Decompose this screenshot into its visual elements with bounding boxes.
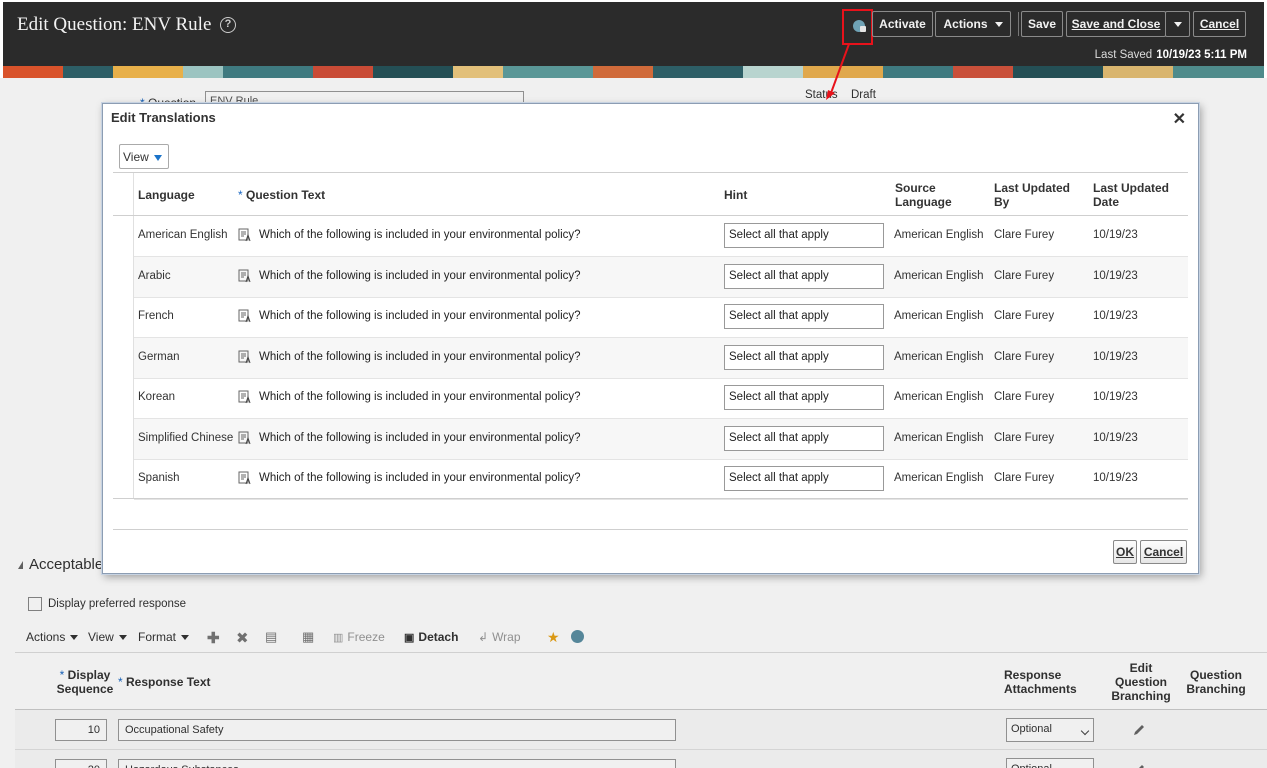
last-saved: Last Saved 10/19/23 5:11 PM: [1095, 49, 1247, 61]
actions-label: Actions: [943, 17, 988, 31]
save-and-close-button[interactable]: Save and Close: [1066, 11, 1166, 37]
question-text-cell: Which of the following is included in yo…: [259, 270, 581, 282]
language-cell: Simplified Chinese: [138, 432, 234, 444]
table-row[interactable]: American English Which of the following …: [134, 216, 1188, 257]
last-updated-date-cell: 10/19/23: [1093, 391, 1138, 403]
last-updated-by-cell: Clare Furey: [994, 472, 1055, 484]
ok-label: OK: [1116, 545, 1134, 559]
row-selector-column: [113, 173, 134, 498]
translate-icon[interactable]: [238, 390, 252, 404]
view-menu-button[interactable]: View: [119, 144, 169, 169]
hint-input[interactable]: Select all that apply: [724, 426, 884, 451]
hint-input[interactable]: Select all that apply: [724, 385, 884, 410]
hint-input[interactable]: Select all that apply: [724, 304, 884, 329]
question-text-cell: Which of the following is included in yo…: [259, 229, 581, 241]
table-row[interactable]: German Which of the following is include…: [134, 338, 1188, 379]
last-saved-value: 10/19/23 5:11 PM: [1156, 49, 1247, 61]
hint-input[interactable]: Select all that apply: [724, 223, 884, 248]
source-language-cell: American English: [894, 229, 984, 241]
last-updated-by-cell: Clare Furey: [994, 391, 1055, 403]
cancel-label: Cancel: [1199, 17, 1240, 31]
translations-table-header: Language * Question Text Hint Source Lan…: [113, 173, 1188, 216]
save-label: Save: [1027, 17, 1057, 31]
col-last-updated-by[interactable]: Last Updated By: [994, 181, 1074, 209]
translations-table: Language * Question Text Hint Source Lan…: [113, 172, 1188, 500]
col-question-text-label: Question Text: [246, 188, 326, 202]
view-menu-label: View: [123, 150, 149, 164]
hint-input[interactable]: Select all that apply: [724, 264, 884, 289]
translate-icon[interactable]: [238, 471, 252, 485]
last-updated-date-cell: 10/19/23: [1093, 351, 1138, 363]
chevron-down-icon: [1173, 22, 1182, 27]
dialog-cancel-button[interactable]: Cancel: [1140, 540, 1187, 564]
page-title: Edit Question: ENV Rule: [17, 14, 212, 35]
translate-icon[interactable]: [238, 309, 252, 323]
dialog-cancel-label: Cancel: [1143, 545, 1184, 559]
last-updated-date-cell: 10/19/23: [1093, 270, 1138, 282]
translate-icon[interactable]: [238, 431, 252, 445]
source-language-cell: American English: [894, 270, 984, 282]
decorative-banner: [3, 66, 1264, 78]
activate-label: Activate: [879, 17, 926, 31]
chevron-down-icon: [154, 155, 162, 161]
language-cell: French: [138, 310, 174, 322]
table-row[interactable]: French Which of the following is include…: [134, 297, 1188, 338]
help-icon[interactable]: ?: [220, 17, 236, 33]
language-cell: Arabic: [138, 270, 171, 282]
last-updated-date-cell: 10/19/23: [1093, 432, 1138, 444]
close-icon[interactable]: ✕: [1173, 109, 1186, 129]
hint-input[interactable]: Select all that apply: [724, 345, 884, 370]
col-language[interactable]: Language: [138, 188, 195, 202]
language-cell: Spanish: [138, 472, 180, 484]
chevron-down-icon: [994, 22, 1003, 27]
source-language-cell: American English: [894, 472, 984, 484]
question-text-cell: Which of the following is included in yo…: [259, 391, 581, 403]
source-language-cell: American English: [894, 391, 984, 403]
dialog-divider: [113, 529, 1188, 530]
cancel-button[interactable]: Cancel: [1193, 11, 1246, 37]
col-hint[interactable]: Hint: [724, 188, 747, 202]
last-updated-by-cell: Clare Furey: [994, 270, 1055, 282]
language-cell: German: [138, 351, 180, 363]
translate-icon[interactable]: [238, 228, 252, 242]
language-cell: American English: [138, 229, 228, 241]
last-updated-by-cell: Clare Furey: [994, 351, 1055, 363]
question-text-cell: Which of the following is included in yo…: [259, 351, 581, 363]
page-header: Edit Question: ENV Rule ? Activate Actio…: [3, 2, 1264, 66]
last-updated-by-cell: Clare Furey: [994, 229, 1055, 241]
last-updated-date-cell: 10/19/23: [1093, 229, 1138, 241]
table-row[interactable]: Arabic Which of the following is include…: [134, 257, 1188, 298]
source-language-cell: American English: [894, 351, 984, 363]
header-divider: [1018, 12, 1019, 36]
dialog-title: Edit Translations: [111, 110, 216, 125]
source-language-cell: American English: [894, 432, 984, 444]
last-updated-by-cell: Clare Furey: [994, 310, 1055, 322]
edit-translations-dialog: Edit Translations ✕ View Language * Ques…: [102, 103, 1199, 574]
save-and-close-label: Save and Close: [1071, 17, 1161, 31]
question-text-cell: Which of the following is included in yo…: [259, 432, 581, 444]
col-question-text[interactable]: * Question Text: [238, 188, 325, 202]
last-updated-date-cell: 10/19/23: [1093, 310, 1138, 322]
question-text-cell: Which of the following is included in yo…: [259, 310, 581, 322]
last-updated-date-cell: 10/19/23: [1093, 472, 1138, 484]
last-updated-by-cell: Clare Furey: [994, 432, 1055, 444]
activate-button[interactable]: Activate: [872, 11, 933, 37]
col-source-language[interactable]: Source Language: [895, 181, 965, 209]
save-button[interactable]: Save: [1021, 11, 1063, 37]
language-cell: Korean: [138, 391, 176, 403]
col-last-updated-date[interactable]: Last Updated Date: [1093, 181, 1173, 209]
save-options-button[interactable]: [1165, 11, 1190, 37]
hint-input[interactable]: Select all that apply: [724, 466, 884, 491]
table-row[interactable]: Spanish Which of the following is includ…: [134, 459, 1188, 500]
table-row[interactable]: Korean Which of the following is include…: [134, 378, 1188, 419]
table-row[interactable]: Simplified Chinese Which of the followin…: [134, 419, 1188, 460]
source-language-cell: American English: [894, 310, 984, 322]
ok-button[interactable]: OK: [1113, 540, 1137, 564]
last-saved-label: Last Saved: [1094, 49, 1153, 61]
actions-menu-button[interactable]: Actions: [935, 11, 1011, 37]
question-text-cell: Which of the following is included in yo…: [259, 472, 581, 484]
translate-icon[interactable]: [238, 269, 252, 283]
edit-translations-icon[interactable]: [853, 20, 866, 32]
translate-icon[interactable]: [238, 350, 252, 364]
